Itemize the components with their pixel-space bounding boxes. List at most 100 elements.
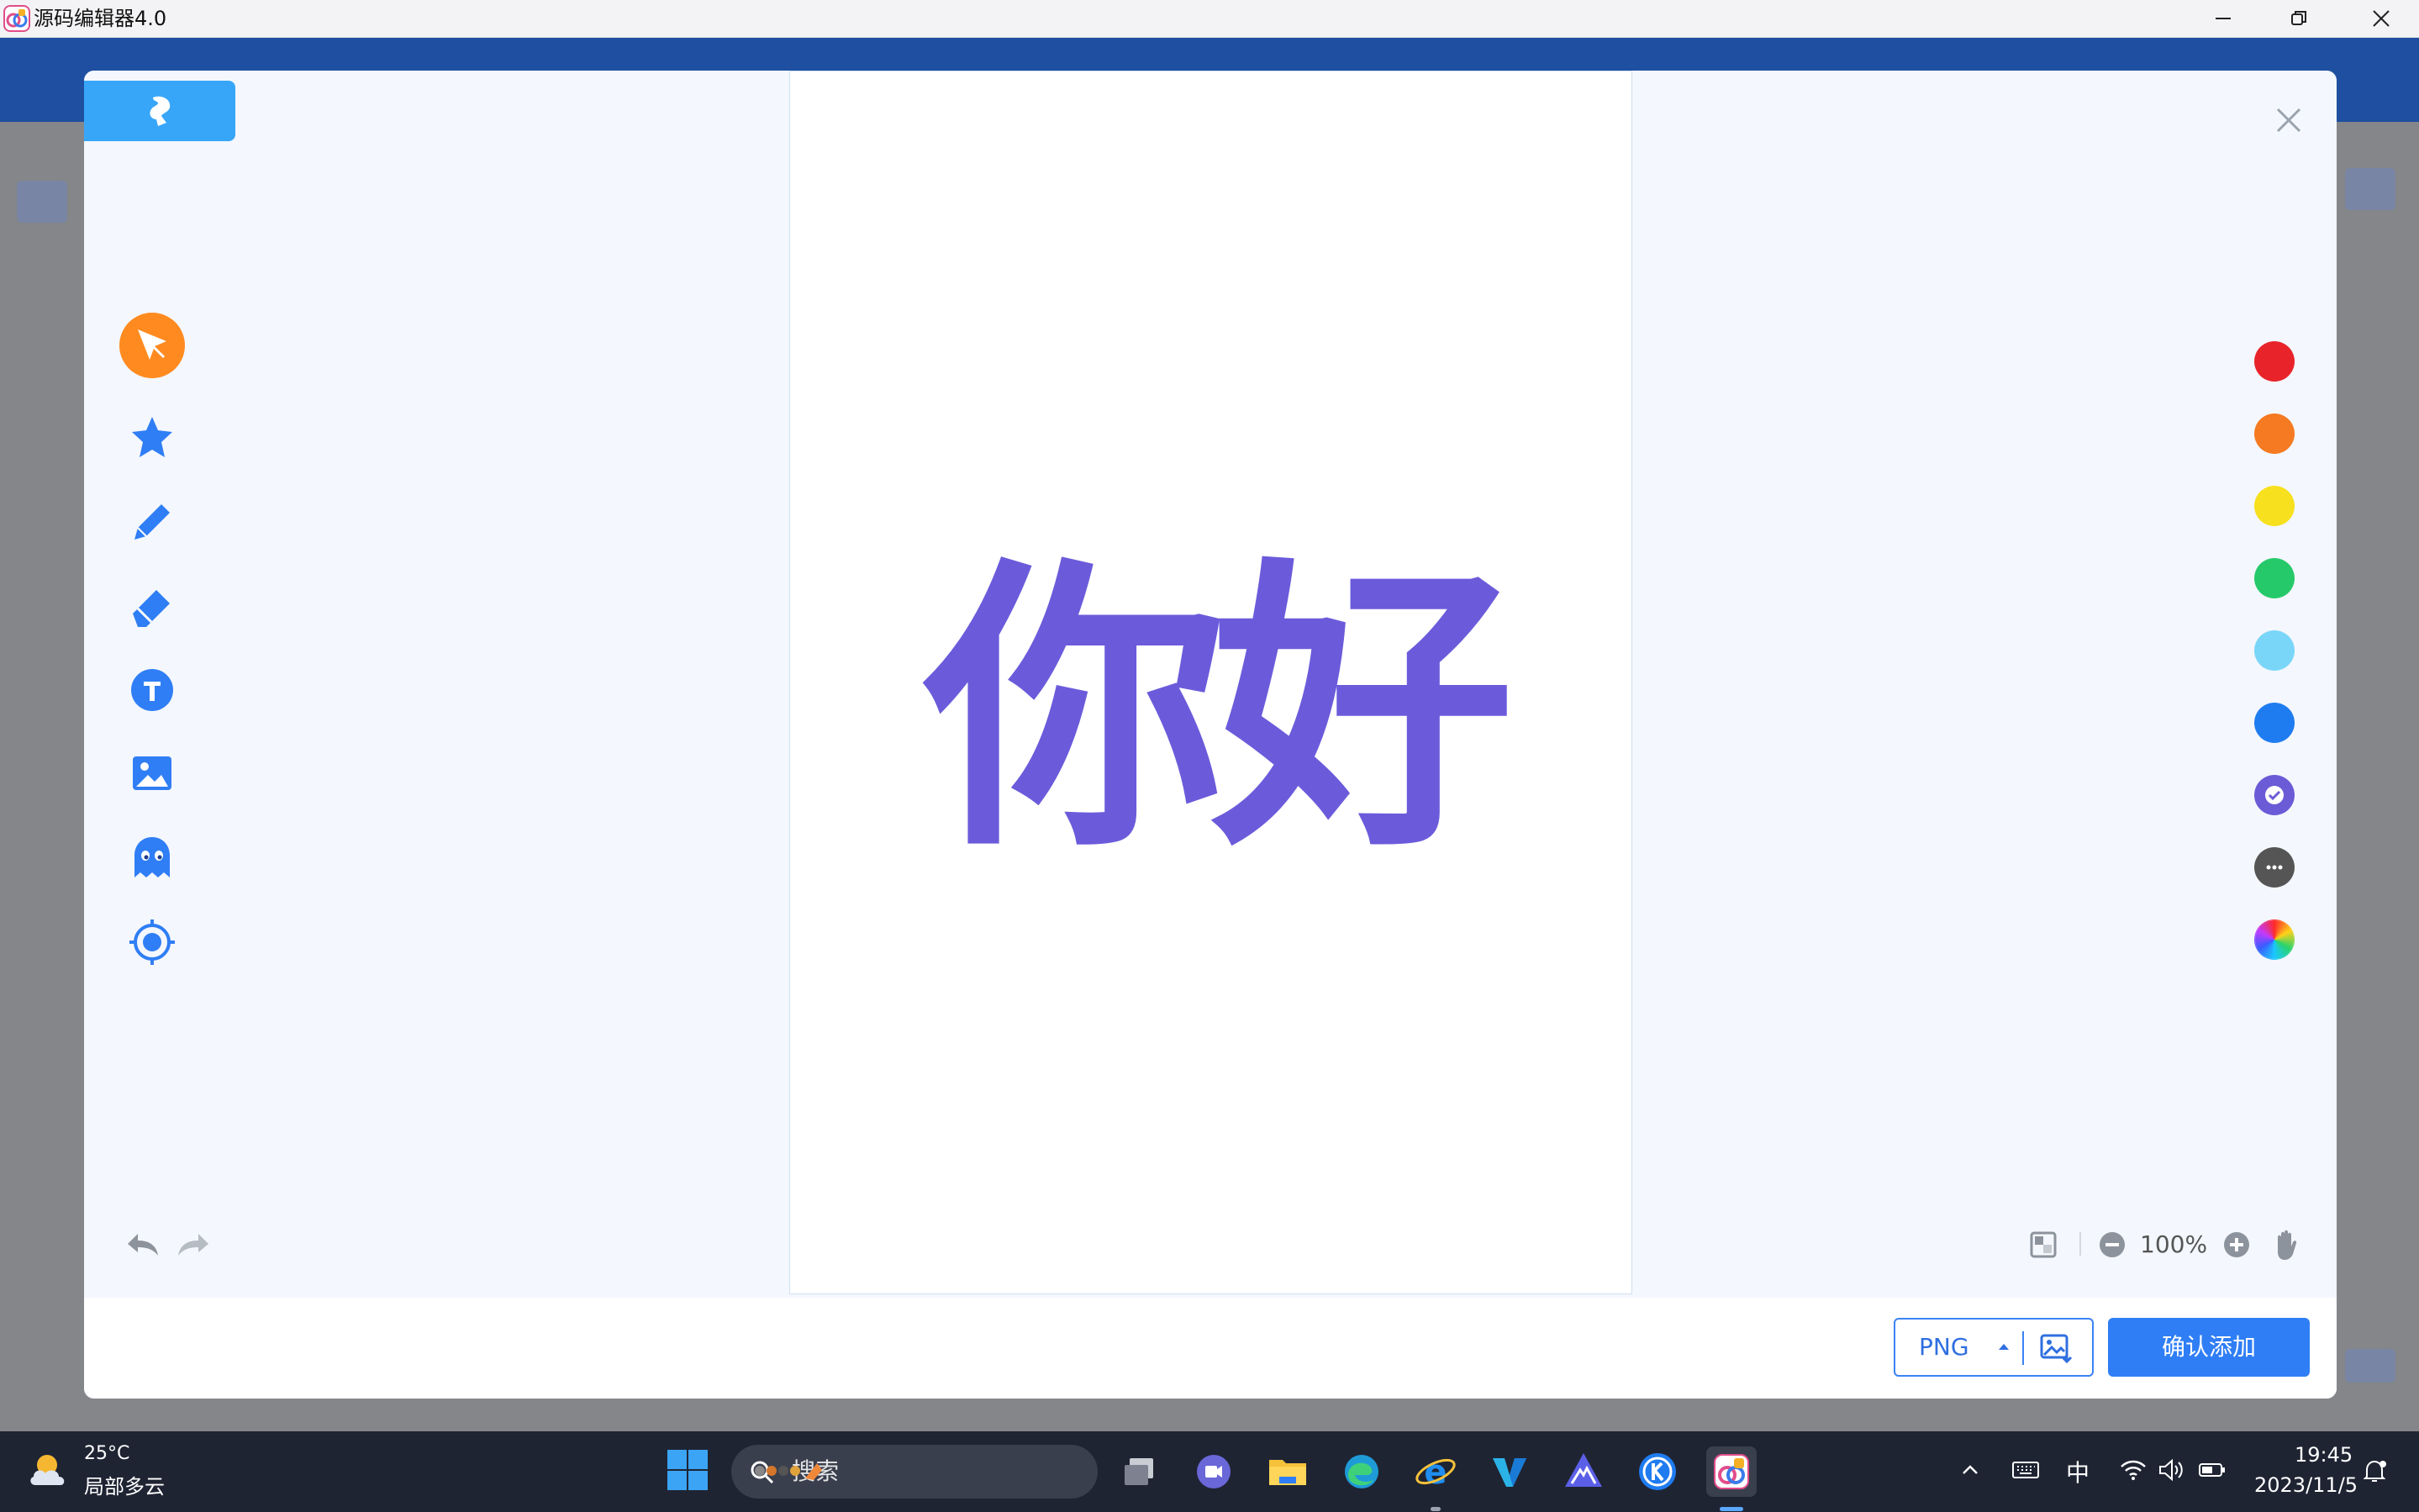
v-app-icon: [1493, 1458, 1526, 1487]
chevron-up-icon[interactable]: [1958, 1458, 1982, 1482]
taskbar-meet[interactable]: [1188, 1446, 1239, 1497]
check-icon: [2265, 786, 2284, 804]
zoom-in-icon: [2224, 1232, 2249, 1257]
redo-icon: [178, 1234, 208, 1256]
taskbar-edge[interactable]: [1336, 1446, 1387, 1497]
dragon-logo-icon: [150, 96, 171, 126]
edge-browser-icon: [1345, 1455, 1378, 1488]
zoom-in-button[interactable]: [2216, 1224, 2258, 1266]
keyboard-icon[interactable]: [2011, 1457, 2041, 1483]
svg-text:e: e: [1424, 1453, 1447, 1492]
color-swatch-light-blue[interactable]: [2254, 630, 2295, 671]
color-swatch-green[interactable]: [2254, 558, 2295, 598]
taskbar-ie-browser[interactable]: e: [1410, 1446, 1461, 1497]
color-swatch-yellow[interactable]: [2254, 486, 2295, 526]
canvas-text[interactable]: 你好: [790, 71, 1633, 1295]
drawing-canvas[interactable]: 你好: [789, 71, 1632, 1294]
tool-stamp[interactable]: [119, 405, 185, 471]
window-close-button[interactable]: [2343, 0, 2419, 37]
image-icon: [133, 756, 171, 790]
redo-button[interactable]: [173, 1224, 215, 1266]
taskbar-ai-app[interactable]: [1558, 1446, 1609, 1497]
k-app-icon: [1639, 1453, 1676, 1490]
color-swatch-red[interactable]: [2254, 341, 2295, 382]
editor-logo-tab[interactable]: [84, 81, 235, 141]
undo-icon: [128, 1234, 158, 1256]
tool-select[interactable]: [119, 313, 185, 378]
export-image-icon[interactable]: [2038, 1331, 2075, 1365]
notification-bell-icon[interactable]: [2360, 1457, 2389, 1485]
minimize-icon: [2216, 18, 2231, 19]
code-editor-app-icon: [1714, 1454, 1749, 1489]
window-title: 源码编辑器4.0: [34, 7, 167, 30]
dialog-close-button[interactable]: [2269, 101, 2308, 140]
target-icon: [129, 919, 175, 965]
search-highlight-icon: [755, 1463, 822, 1480]
active-app-indicator: [1720, 1507, 1743, 1511]
ime-indicator[interactable]: 中: [2066, 1455, 2090, 1488]
background-element: [2345, 1349, 2395, 1383]
partly-cloudy-icon[interactable]: [27, 1448, 76, 1495]
tool-image[interactable]: [119, 741, 185, 807]
windows-start-icon[interactable]: [666, 1448, 709, 1492]
color-swatch-orange[interactable]: [2254, 414, 2295, 454]
taskbar: 25°C 局部多云 搜索: [0, 1431, 2419, 1512]
zoom-level: 100%: [2140, 1230, 2208, 1258]
color-picker-wheel[interactable]: [2254, 919, 2295, 960]
taskbar-search-box[interactable]: 搜索: [731, 1445, 1098, 1499]
clock-date[interactable]: 2023/11/5: [2254, 1473, 2358, 1497]
weather-description[interactable]: 局部多云: [84, 1470, 165, 1499]
mountain-app-icon: [1565, 1453, 1602, 1487]
tool-sprite[interactable]: [119, 825, 185, 891]
paint-editor-dialog: 你好 100% PNG 确认添加: [84, 71, 2337, 1399]
export-format-selector[interactable]: PNG: [1894, 1318, 2094, 1377]
confirm-add-button[interactable]: 确认添加: [2108, 1318, 2310, 1377]
more-icon: [2266, 865, 2283, 870]
title-bar: 源码编辑器4.0: [0, 0, 2419, 38]
wifi-icon[interactable]: [2118, 1457, 2148, 1483]
app-logo-icon: [3, 5, 30, 32]
taskbar-code-editor[interactable]: [1706, 1446, 1757, 1497]
restore-button[interactable]: [2261, 0, 2337, 37]
select-icon: [119, 313, 185, 378]
minimize-button[interactable]: [2185, 0, 2261, 37]
ie-browser-icon: e: [1415, 1453, 1456, 1492]
restore-icon: [2291, 11, 2306, 25]
zoom-divider: [2079, 1232, 2081, 1256]
volume-icon[interactable]: [2157, 1457, 2187, 1483]
taskbar-file-explorer[interactable]: [1262, 1446, 1313, 1497]
pencil-icon: [134, 504, 170, 540]
format-label: PNG: [1919, 1333, 1969, 1361]
taskbar-k-app[interactable]: [1632, 1446, 1683, 1497]
caret-up-icon: [1999, 1344, 2009, 1350]
tool-pencil[interactable]: [119, 489, 185, 555]
background-element: [2345, 168, 2395, 210]
ghost-icon: [134, 837, 170, 877]
color-swatch-more[interactable]: [2254, 847, 2295, 888]
pan-hand-button[interactable]: [2266, 1224, 2308, 1266]
eraser-icon: [133, 590, 170, 627]
toggle-grid-button[interactable]: [2022, 1224, 2064, 1266]
star-icon: [132, 417, 172, 457]
text-icon: [131, 669, 173, 711]
video-chat-icon: [1197, 1455, 1231, 1488]
battery-icon[interactable]: [2197, 1457, 2227, 1483]
running-indicator: [1431, 1507, 1441, 1511]
tool-center[interactable]: [119, 909, 185, 975]
grid-icon: [2030, 1231, 2057, 1258]
tool-eraser[interactable]: [119, 573, 185, 639]
editor-area: 你好 100%: [84, 71, 2337, 1298]
taskbar-vpn-app[interactable]: [1484, 1446, 1535, 1497]
clock-time[interactable]: 19:45: [2295, 1443, 2353, 1467]
color-swatch-blue[interactable]: [2254, 703, 2295, 743]
hand-icon: [2278, 1230, 2297, 1260]
zoom-out-button[interactable]: [2091, 1224, 2133, 1266]
tool-text[interactable]: [119, 657, 185, 723]
close-icon: [2276, 108, 2301, 133]
folder-icon: [1269, 1460, 1306, 1485]
undo-button[interactable]: [121, 1224, 163, 1266]
task-view-icon: [1125, 1458, 1153, 1485]
color-swatch-purple[interactable]: [2254, 775, 2295, 815]
taskbar-task-view[interactable]: [1115, 1446, 1165, 1497]
weather-temperature[interactable]: 25°C: [84, 1443, 129, 1464]
